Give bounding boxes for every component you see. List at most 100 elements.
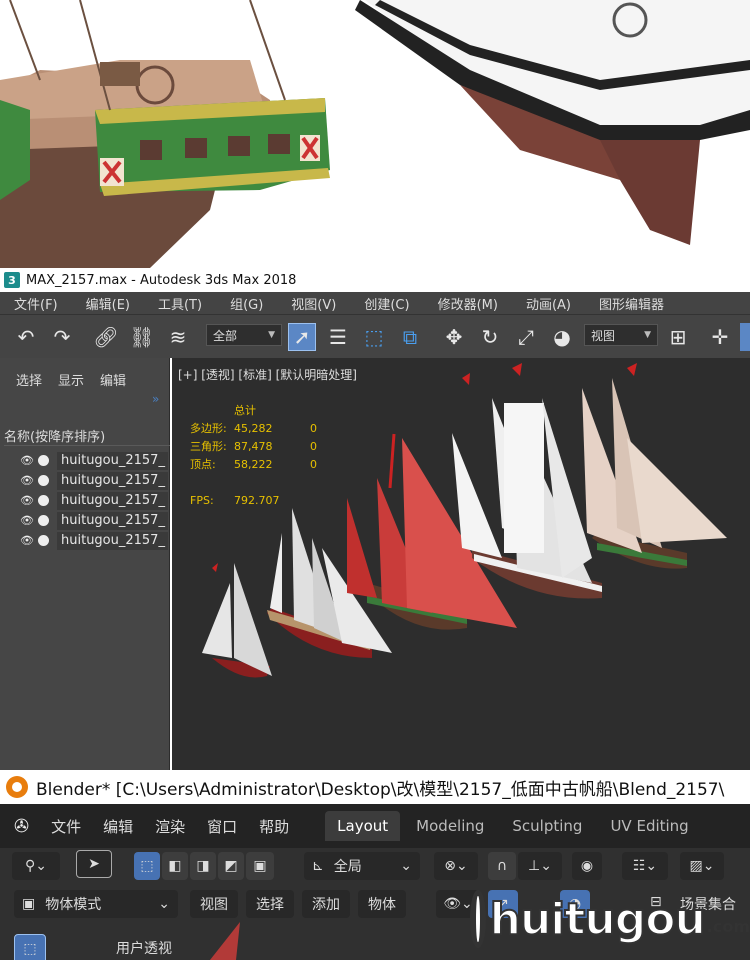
max-menu-view[interactable]: 视图(V) [277,294,336,313]
list-item[interactable]: 👁︎ huitugou_2157_ [20,491,168,510]
render-toggle-icon[interactable] [38,515,49,526]
site-watermark: huitugou .com [470,878,750,960]
transform-orientation-value: 全局 [333,859,362,875]
outliner-display-mode-icon[interactable]: ☷⌄ [622,852,668,880]
selection-filter-value: 全部 [213,328,238,343]
max-menu-modifiers[interactable]: 修改器(M) [424,294,498,313]
chevron-down-icon: ▼ [268,330,275,340]
select-box-icon[interactable]: ⬚ [134,852,160,880]
watermark-logo-icon [470,890,486,948]
max-menu-create[interactable]: 创建(C) [350,294,409,313]
blender-title-bar: Blender* [C:\Users\Administrator\Desktop… [0,770,750,804]
eye-icon[interactable]: 👁︎ [20,514,36,527]
outliner-filter-icon[interactable]: ▨⌄ [680,852,724,880]
mode-dropdown[interactable]: ▣ 物体模式 ⌄ [14,890,178,918]
max-menu-graph-editors[interactable]: 图形编辑器 [585,294,664,313]
list-item-label: huitugou_2157_ [57,511,168,530]
invert-selection-icon[interactable]: ◩ [218,852,244,880]
max-menu-edit[interactable]: 编辑(E) [72,294,130,313]
select-tool-icon[interactable]: ➤ [76,850,112,878]
redo-icon[interactable]: ↷ [48,323,76,351]
subtract-selection-icon[interactable]: ◨ [190,852,216,880]
render-toggle-icon[interactable] [38,495,49,506]
fps-row: FPS: 792.707 [190,494,280,507]
snap-increment-icon[interactable]: ⊥⌄ [518,852,562,880]
window-crossing-icon[interactable]: ⧉ [396,323,424,351]
eye-icon[interactable]: 👁︎ [20,474,36,487]
stats-header: 总计 [234,404,256,417]
chevron-down-icon: ⌄ [400,858,412,874]
watermark-suffix: .com [706,916,750,936]
tab-layout[interactable]: Layout [325,811,401,841]
select-manipulate-icon[interactable]: ✛ [706,323,734,351]
link-icon[interactable]: 🔗︎ [92,323,120,351]
bl-menu-help[interactable]: 帮助 [259,816,289,837]
blender-logo-icon [6,776,28,798]
bl-menu-render[interactable]: 渲染 [155,816,185,837]
watermark-text: huitugou [489,893,707,946]
viewport-label[interactable]: [+] [透视] [标准] [默认明暗处理] [178,366,357,383]
tab-modeling[interactable]: Modeling [404,811,496,841]
max-menu-group[interactable]: 组(G) [216,294,263,313]
column-header-name[interactable]: 名称(按降序排序) [4,426,170,446]
chevron-down-icon: ▼ [644,330,651,340]
scene-explorer-tabs: 选择 显示 编辑 [0,370,170,389]
proportional-edit-icon[interactable]: ◉ [572,852,602,880]
max-menu-file[interactable]: 文件(F) [0,294,58,313]
unlink-icon[interactable]: ⛓︎ [128,323,156,351]
bl-menu-window[interactable]: 窗口 [207,816,237,837]
rect-selection-icon[interactable]: ⬚ [360,323,388,351]
bind-space-warp-icon[interactable]: ≋ [164,323,192,351]
snap-pivot-icon[interactable]: ⚲⌄ [12,852,60,880]
transform-orientation-dropdown[interactable]: ⊾ 全局 ⌄ [304,852,420,880]
list-item[interactable]: 👁︎ huitugou_2157_ [20,471,168,490]
move-icon[interactable]: ✥ [440,323,468,351]
expand-icon[interactable]: » [152,392,159,406]
tab-select[interactable]: 选择 [16,370,42,389]
extend-selection-icon[interactable]: ◧ [162,852,188,880]
select-box-tool-icon[interactable]: ⬚ [14,934,46,960]
scene-explorer: 选择 显示 编辑 » 名称(按降序排序) 👁︎ huitugou_2157_ 👁… [0,358,170,770]
list-item[interactable]: 👁︎ huitugou_2157_ [20,511,168,530]
pivot-point-icon[interactable]: ⊗⌄ [434,852,478,880]
placement-icon[interactable]: ◕ [548,323,576,351]
tab-display[interactable]: 显示 [58,370,84,389]
render-toggle-icon[interactable] [38,455,49,466]
render-toggle-icon[interactable] [38,475,49,486]
pivot-center-icon[interactable]: ⊞ [664,323,692,351]
tab-sculpting[interactable]: Sculpting [500,811,594,841]
undo-icon[interactable]: ↶ [12,323,40,351]
max-menu-animation[interactable]: 动画(A) [512,294,571,313]
perspective-viewport[interactable]: [+] [透视] [标准] [默认明暗处理] 总计 多边形: 45,282 0 三角… [172,358,750,770]
reference-coord-dropdown[interactable]: 视图 ▼ [584,324,658,346]
render-toggle-icon[interactable] [38,535,49,546]
list-item[interactable]: 👁︎ huitugou_2157_ [20,531,168,550]
keyboard-shortcut-override-icon[interactable] [740,323,750,351]
list-item-label: huitugou_2157_ [57,471,168,490]
selection-filter-dropdown[interactable]: 全部 ▼ [206,324,282,346]
intersect-selection-icon[interactable]: ▣ [246,852,274,880]
eye-icon[interactable]: 👁︎ [20,534,36,547]
bl-menu-file[interactable]: 文件 [51,816,81,837]
rotate-icon[interactable]: ↻ [476,323,504,351]
render-preview [0,0,750,268]
blender-menu-icon[interactable]: ✇ [14,816,29,837]
tab-edit[interactable]: 编辑 [100,370,126,389]
list-item[interactable]: 👁︎ huitugou_2157_ [20,451,168,470]
bl-header-object[interactable]: 物体 [358,890,406,918]
eye-icon[interactable]: 👁︎ [20,454,36,467]
max-menu-tools[interactable]: 工具(T) [144,294,202,313]
select-by-name-icon[interactable]: ☰ [324,323,352,351]
tab-uv-editing[interactable]: UV Editing [598,811,700,841]
eye-icon[interactable]: 👁︎ [20,494,36,507]
bl-header-view[interactable]: 视图 [190,890,238,918]
select-object-icon[interactable]: ➚ [288,323,316,351]
bl-header-select[interactable]: 选择 [246,890,294,918]
scale-icon[interactable]: ⤢ [512,323,540,351]
snap-magnet-icon[interactable]: ∩ [488,852,516,880]
bl-header-add[interactable]: 添加 [302,890,350,918]
blender-top-bar: ✇ 文件 编辑 渲染 窗口 帮助 Layout Modeling Sculpti… [0,804,750,848]
list-item-label: huitugou_2157_ [57,451,168,470]
bl-menu-edit[interactable]: 编辑 [103,816,133,837]
ship-render-image [0,0,750,268]
